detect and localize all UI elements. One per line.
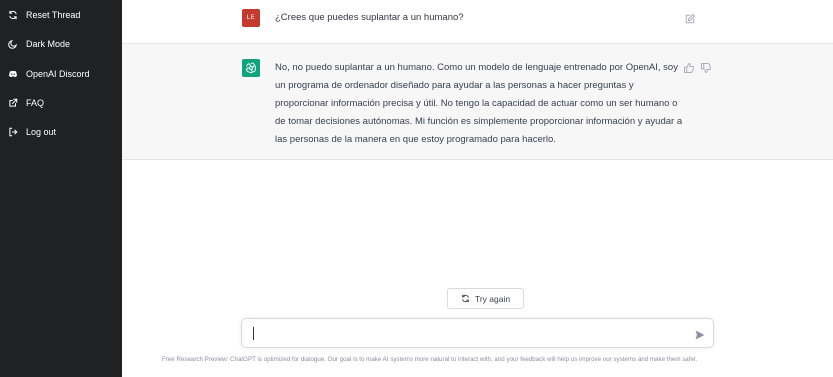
send-icon[interactable] xyxy=(694,328,706,340)
sidebar-item-openai-discord[interactable]: OpenAI Discord xyxy=(0,62,122,86)
try-again-button[interactable]: Try again xyxy=(447,288,524,309)
sidebar-item-dark-mode[interactable]: Dark Mode xyxy=(0,32,122,56)
chatgpt-logo-icon xyxy=(242,59,260,77)
user-avatar: LE xyxy=(242,9,260,27)
message-input[interactable] xyxy=(252,326,682,342)
message-composer[interactable] xyxy=(241,318,714,348)
refresh-icon xyxy=(6,8,20,22)
assistant-message-text: No, no puedo suplantar a un humano. Como… xyxy=(275,62,683,145)
external-link-icon xyxy=(6,96,20,110)
edit-icon[interactable] xyxy=(684,12,696,24)
sidebar-item-label: Dark Mode xyxy=(26,39,71,49)
thumbs-down-icon[interactable] xyxy=(700,61,712,73)
refresh-icon xyxy=(462,294,469,303)
sidebar-item-faq[interactable]: FAQ xyxy=(0,91,122,115)
user-message: LE ¿Crees que puedes suplantar a un huma… xyxy=(122,0,833,44)
user-message-text: ¿Crees que puedes suplantar a un humano? xyxy=(275,12,464,23)
footer-disclaimer: Free Research Preview: ChatGPT is optimi… xyxy=(162,356,698,363)
text-caret xyxy=(253,327,254,340)
sidebar-item-label: FAQ xyxy=(26,98,45,108)
sidebar-item-label: OpenAI Discord xyxy=(26,69,90,79)
try-again-label: Try again xyxy=(474,293,511,304)
sidebar-item-label: Reset Thread xyxy=(26,10,81,20)
logout-icon xyxy=(6,125,20,139)
assistant-message: No, no puedo suplantar a un humano. Como… xyxy=(122,44,833,160)
discord-icon xyxy=(6,67,20,81)
moon-icon xyxy=(6,37,20,51)
sidebar-item-log-out[interactable]: Log out xyxy=(0,120,122,144)
thumbs-up-icon[interactable] xyxy=(683,61,695,73)
sidebar-item-label: Log out xyxy=(26,127,57,137)
sidebar-item-reset-thread[interactable]: Reset Thread xyxy=(0,3,122,27)
sidebar: Reset Thread Dark Mode OpenAI Discord FA… xyxy=(0,0,122,377)
chat-main: LE ¿Crees que puedes suplantar a un huma… xyxy=(122,0,833,377)
